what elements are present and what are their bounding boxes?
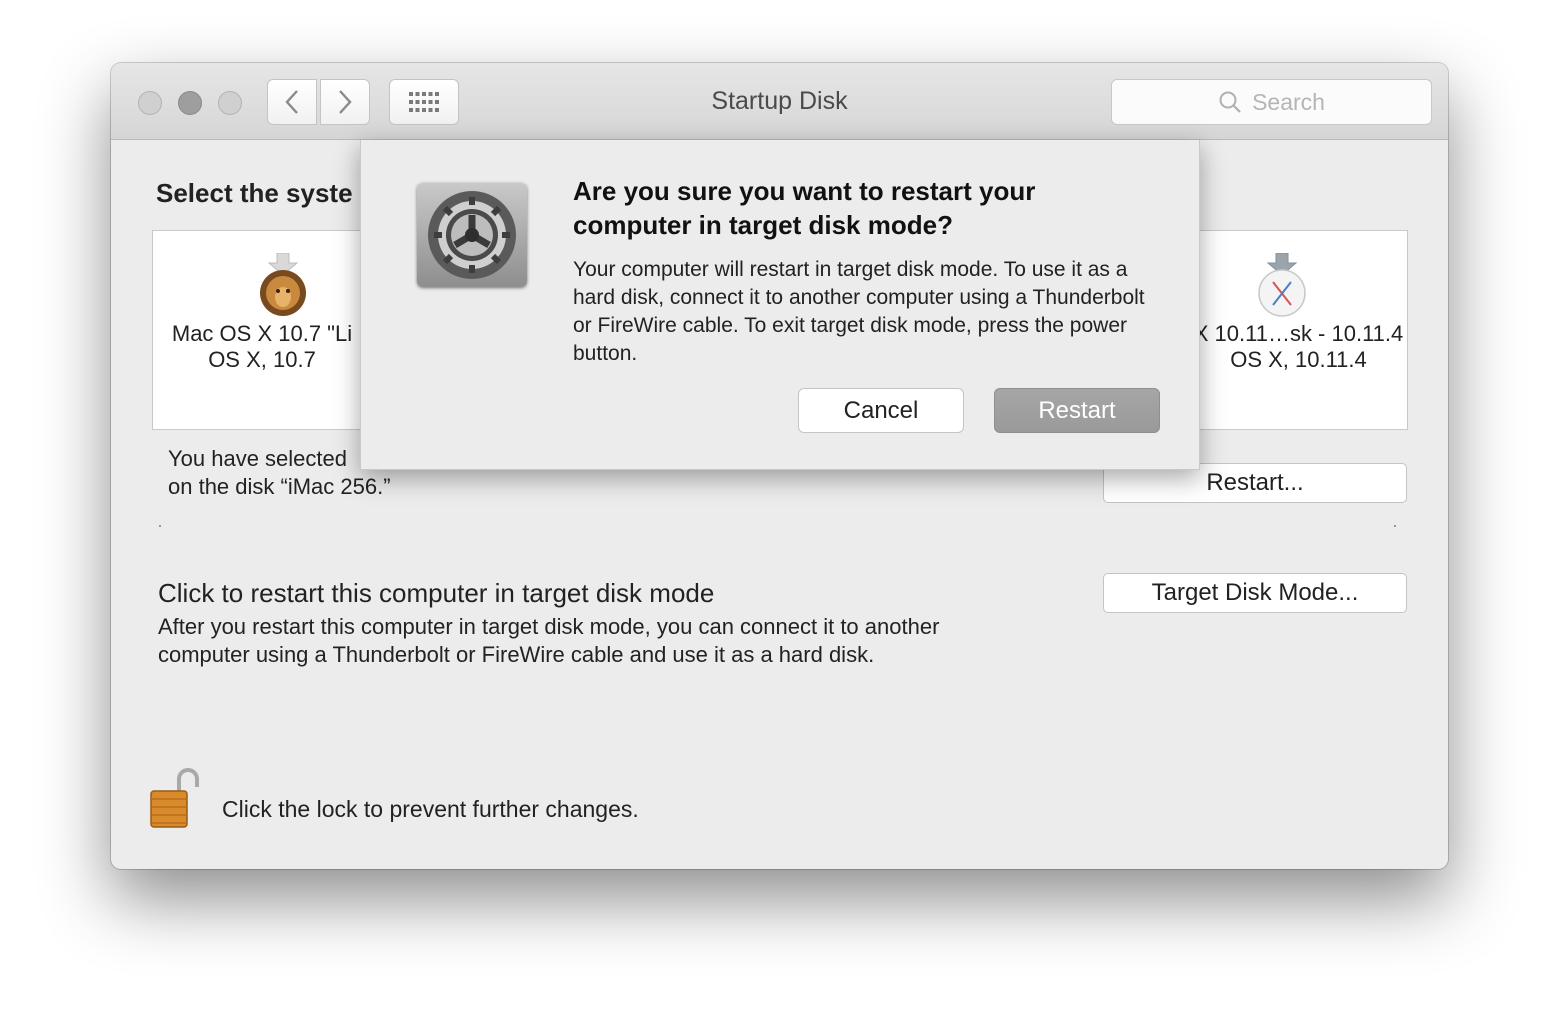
divider-dot (1394, 525, 1396, 527)
lion-icon (260, 253, 306, 316)
search-field[interactable]: Search (1111, 79, 1432, 125)
titlebar: Startup Disk Search (111, 63, 1448, 140)
dialog-title: Are you sure you want to restart your co… (573, 176, 1036, 240)
cancel-button[interactable]: Cancel (798, 388, 964, 433)
page-heading: Select the syste (156, 178, 353, 208)
system-preferences-icon (417, 183, 527, 287)
target-disk-description: After you restart this computer in targe… (158, 614, 940, 667)
lock-instruction: Click the lock to prevent further change… (222, 796, 639, 822)
dialog-message: Your computer will restart in target dis… (573, 258, 1145, 365)
gear-icon (428, 191, 516, 279)
search-icon (1219, 91, 1241, 113)
confirmation-dialog: Are you sure you want to restart your co… (360, 140, 1200, 470)
disk-name: Mac OS X 10.7 "Li (171, 321, 353, 346)
search-placeholder: Search (1252, 88, 1325, 115)
selected-disk-description: You have selected on the disk “iMac 256.… (168, 446, 391, 499)
disk-card-el-capitan[interactable]: X 10.11…sk - 10.11.4 OS X, 10.11.4 (1189, 230, 1408, 430)
confirm-restart-button[interactable]: Restart (994, 388, 1160, 433)
el-capitan-icon (1258, 253, 1306, 317)
startup-disk-window: Startup Disk Search Select the syste Mac… (111, 63, 1448, 869)
disk-card-lion[interactable]: Mac OS X 10.7 "Li OS X, 10.7 (152, 230, 372, 430)
target-disk-title: Click to restart this computer in target… (158, 578, 715, 608)
disk-version: OS X, 10.7 (208, 347, 316, 372)
disk-name: X 10.11…sk - 10.11.4 (1193, 321, 1404, 346)
divider-dot (159, 525, 161, 527)
disk-version: OS X, 10.11.4 (1230, 347, 1367, 372)
unlocked-lock-icon[interactable] (149, 765, 199, 829)
target-disk-mode-button[interactable]: Target Disk Mode... (1103, 573, 1407, 613)
